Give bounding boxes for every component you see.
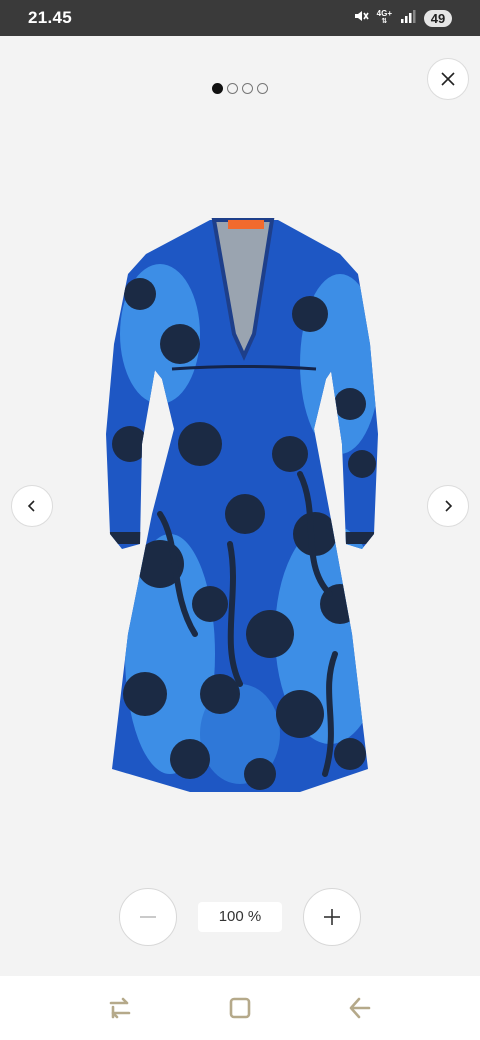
page-dot-4[interactable] xyxy=(257,83,268,94)
zoom-level: 100 % xyxy=(198,902,282,932)
close-button[interactable] xyxy=(427,58,469,100)
page-dot-1[interactable] xyxy=(212,83,223,94)
brand-label xyxy=(228,220,264,229)
home-button[interactable] xyxy=(220,988,260,1028)
chevron-left-icon xyxy=(27,500,35,512)
battery-icon: 49 xyxy=(424,9,452,27)
zoom-controls: 100 % xyxy=(0,888,480,946)
network-4g-icon: 4G+ ⇅ xyxy=(376,9,392,26)
back-button[interactable] xyxy=(340,988,380,1028)
product-image[interactable] xyxy=(100,214,385,796)
status-icons: 4G+ ⇅ 49 xyxy=(353,8,452,29)
image-viewer[interactable]: 100 % xyxy=(0,36,480,976)
next-image-button[interactable] xyxy=(427,485,469,527)
navigation-bar xyxy=(0,976,480,1040)
network-label: 4G+ xyxy=(376,9,392,18)
recent-apps-icon xyxy=(109,997,131,1019)
page-dot-3[interactable] xyxy=(242,83,253,94)
back-icon xyxy=(349,997,371,1019)
status-time: 21.45 xyxy=(28,8,73,27)
status-bar: 21.45 4G+ ⇅ 49 xyxy=(0,0,480,36)
home-icon xyxy=(229,997,251,1019)
zoom-out-button[interactable] xyxy=(119,888,177,946)
close-icon xyxy=(441,72,455,86)
minus-icon xyxy=(140,916,156,918)
pagination-dots xyxy=(212,83,268,94)
chevron-right-icon xyxy=(445,500,453,512)
plus-icon xyxy=(324,909,340,925)
previous-image-button[interactable] xyxy=(11,485,53,527)
page-dot-2[interactable] xyxy=(227,83,238,94)
mute-icon xyxy=(353,8,369,29)
zoom-in-button[interactable] xyxy=(303,888,361,946)
signal-icon xyxy=(400,9,416,28)
recent-apps-button[interactable] xyxy=(100,988,140,1028)
